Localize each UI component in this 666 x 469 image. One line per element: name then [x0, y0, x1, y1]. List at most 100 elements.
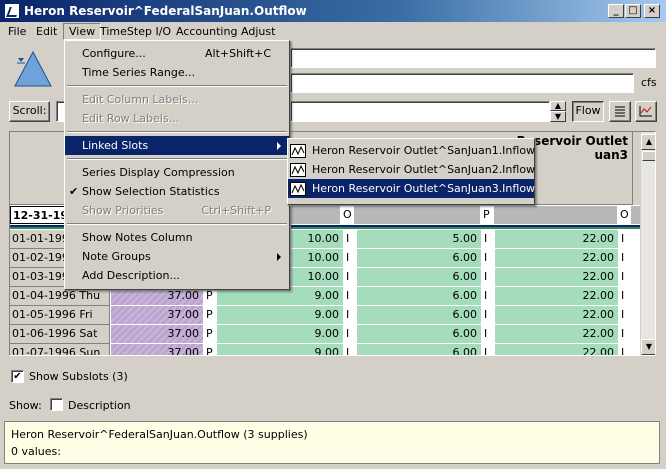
value-field[interactable] — [290, 73, 634, 93]
cell-col4[interactable]: 22.00 — [495, 325, 618, 344]
status-line-1: Heron Reservoir^FederalSanJuan.Outflow (… — [11, 428, 308, 441]
scroll-up-icon[interactable]: ▲ — [641, 134, 655, 150]
cell-col3[interactable]: 5.00 — [357, 230, 481, 249]
cell-col3[interactable]: 6.00 — [357, 344, 481, 355]
scroll-button[interactable]: Scroll: — [9, 101, 50, 122]
show-label: Show: — [9, 399, 42, 412]
cell-col3[interactable]: 6.00 — [357, 249, 481, 268]
flag-col1: P — [206, 346, 213, 356]
table-view-button[interactable] — [609, 101, 631, 122]
menu-time-series-range[interactable]: Time Series Range... — [65, 63, 289, 82]
close-button[interactable]: × — [644, 4, 660, 18]
flag-col4: I — [621, 308, 625, 321]
flag-col3: I — [484, 251, 488, 264]
status-line-2: 0 values: — [11, 445, 61, 458]
cell-col4[interactable]: 22.00 — [495, 230, 618, 249]
flag-col3: I — [484, 327, 488, 340]
minimize-button[interactable]: _ — [608, 4, 624, 18]
flag-col2: I — [346, 251, 350, 264]
vertical-scrollbar[interactable]: ▲ ▼ — [640, 132, 655, 355]
row-date[interactable]: 01-06-1996 Sat — [10, 325, 110, 344]
scroll-down-icon[interactable]: ▼ — [641, 339, 655, 355]
flag-col4: I — [621, 251, 625, 264]
menu-note-groups[interactable]: Note Groups — [65, 247, 289, 266]
slot-icon — [290, 163, 306, 177]
chart-icon — [639, 106, 652, 117]
scroll-thumb[interactable] — [642, 151, 655, 161]
window-title: Heron Reservoir^FederalSanJuan.Outflow — [24, 4, 307, 18]
flag-col4: I — [621, 327, 625, 340]
submenu-arrow-icon — [277, 253, 281, 261]
linked-slot-2[interactable]: Heron Reservoir Outlet^SanJuan2.Inflow — [288, 160, 535, 179]
cell-col2[interactable]: 9.00 — [217, 344, 343, 355]
flag-col3: I — [484, 270, 488, 283]
flow-button[interactable]: Flow — [572, 101, 604, 122]
cell-col4[interactable]: 22.00 — [495, 306, 618, 325]
menu-add-description[interactable]: Add Description... — [65, 266, 289, 285]
description-label: Description — [68, 399, 131, 412]
menu-show-priorities: Show Priorities Ctrl+Shift+P — [82, 204, 271, 217]
show-subslots-checkbox[interactable]: ✔ — [11, 370, 24, 383]
menu-edit[interactable]: Edit — [31, 24, 62, 39]
cell-col3[interactable]: 6.00 — [357, 306, 481, 325]
name-field[interactable] — [290, 48, 656, 68]
slot-icon — [290, 182, 306, 196]
cell-col4[interactable]: 22.00 — [495, 249, 618, 268]
spin-down-icon[interactable]: ▼ — [550, 111, 566, 122]
cell-col3[interactable]: 6.00 — [357, 287, 481, 306]
show-subslots-label: Show Subslots (3) — [29, 370, 128, 383]
menu-edit-column-labels: Edit Column Labels... — [82, 93, 199, 106]
status-panel: Heron Reservoir^FederalSanJuan.Outflow (… — [4, 421, 660, 464]
flag-col2: I — [346, 308, 350, 321]
menu-timestep-io[interactable]: TimeStep I/O — [95, 24, 176, 39]
cell-col1[interactable]: 37.00 — [111, 344, 203, 355]
menu-show-selection-statistics[interactable]: ✔ Show Selection Statistics — [65, 182, 289, 201]
flag-col4: I — [621, 270, 625, 283]
flag-col2: O — [340, 206, 354, 224]
linked-slot-3[interactable]: Heron Reservoir Outlet^SanJuan3.Inflow — [288, 179, 535, 198]
cell-col3[interactable]: 6.00 — [357, 325, 481, 344]
menu-separator — [67, 85, 287, 87]
cell-col2[interactable]: 9.00 — [217, 306, 343, 325]
cell-value-field[interactable] — [290, 101, 550, 122]
list-icon — [615, 106, 625, 117]
flag-col3: I — [484, 308, 488, 321]
flag-col4: O — [617, 206, 631, 224]
description-checkbox[interactable] — [50, 398, 63, 411]
cell-col1[interactable]: 37.00 — [111, 325, 203, 344]
menu-show-notes-column[interactable]: Show Notes Column — [65, 228, 289, 247]
row-date[interactable]: 01-07-1996 Sun — [10, 344, 110, 355]
menu-file[interactable]: File — [3, 24, 31, 39]
cell-col3[interactable]: 6.00 — [357, 268, 481, 287]
cell-col4[interactable]: 22.00 — [495, 287, 618, 306]
menu-linked-slots[interactable]: Linked Slots — [65, 136, 289, 155]
linked-slot-1[interactable]: Heron Reservoir Outlet^SanJuan1.Inflow — [288, 141, 535, 160]
cell-col2[interactable]: 9.00 — [217, 325, 343, 344]
row-date[interactable]: 01-05-1996 Fri — [10, 306, 110, 325]
plot-button[interactable] — [635, 101, 657, 122]
flag-col4: I — [621, 289, 625, 302]
flag-col2: I — [346, 346, 350, 356]
cell-col1[interactable]: 37.00 — [111, 306, 203, 325]
cell-col4[interactable]: 22.00 — [495, 268, 618, 287]
maximize-button[interactable]: □ — [625, 4, 641, 18]
spinner[interactable]: ▲ ▼ — [550, 101, 566, 122]
menu-series-display-compression[interactable]: Series Display Compression — [65, 163, 289, 182]
units-label: cfs — [641, 76, 657, 89]
spin-up-icon[interactable]: ▲ — [550, 101, 566, 111]
cell-col4[interactable]: 22.00 — [495, 344, 618, 355]
flag-col2: I — [346, 232, 350, 245]
slot-icon — [290, 144, 306, 158]
title-bar: Heron Reservoir^FederalSanJuan.Outflow _… — [0, 0, 666, 22]
menu-adjust[interactable]: Adjust — [236, 24, 280, 39]
flag-col4: I — [621, 346, 625, 356]
menu-edit-row-labels: Edit Row Labels... — [82, 112, 180, 125]
menu-bar: File Edit View TimeStep I/O Accounting A… — [0, 22, 666, 41]
flag-col2: I — [346, 289, 350, 302]
menu-accounting[interactable]: Accounting — [171, 24, 242, 39]
flag-col1: P — [206, 308, 213, 321]
flag-col3: I — [484, 289, 488, 302]
menu-configure[interactable]: Configure... Alt+Shift+C — [65, 44, 289, 63]
menu-separator — [67, 131, 287, 133]
submenu-arrow-icon — [277, 142, 281, 150]
